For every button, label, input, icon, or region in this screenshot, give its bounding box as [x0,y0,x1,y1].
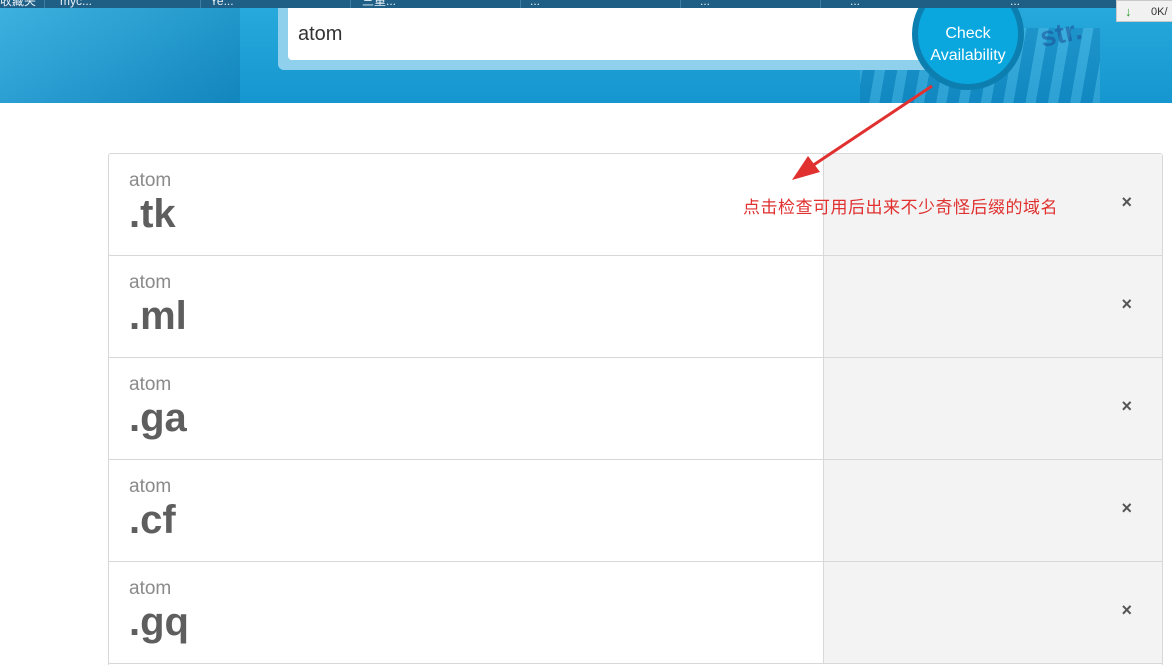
domain-search-input[interactable] [288,8,948,60]
status-cell: × [823,562,1162,663]
annotation-text: 点击检查可用后出来不少奇怪后缀的域名 [743,198,1058,218]
status-cell: × [823,256,1162,357]
search-container [278,8,958,70]
banner-decoration [0,8,240,103]
domain-tld: .tk [129,192,176,236]
domain-tld: .cf [129,498,176,542]
bookmarks-bar: 收藏夹 myc... Ye... 三重... ... ... ... ... [0,0,1172,8]
domain-result-row: atom .gq × [109,562,1162,664]
status-cell: × [823,460,1162,561]
bookmark-item[interactable]: myc... [60,0,92,8]
domain-results-list: atom .tk × atom .ml × atom .ga × atom .c… [108,153,1163,665]
bookmark-separator [44,0,45,8]
domain-result-row: atom .cf × [109,460,1162,562]
domain-name: atom [129,170,172,191]
button-label-line2: Availability [930,47,1006,64]
remove-icon[interactable]: × [1121,600,1132,621]
download-indicator[interactable]: ↓ 0K/ [1116,0,1172,22]
bookmark-item[interactable]: ... [530,0,540,8]
hero-banner: str. Check Availability [0,8,1172,103]
bookmark-item[interactable]: 三重... [362,0,396,8]
domain-name: atom [129,272,172,293]
bookmark-separator [520,0,521,8]
domain-result-row: atom .ml × [109,256,1162,358]
domain-tld: .gq [129,600,189,644]
remove-icon[interactable]: × [1121,396,1132,417]
domain-result-row: atom .ga × [109,358,1162,460]
status-cell: × [823,358,1162,459]
bookmark-separator [680,0,681,8]
bookmark-separator [350,0,351,8]
download-rate: 0K/ [1151,6,1168,18]
domain-tld: .ml [129,294,187,338]
bookmark-item[interactable]: Ye... [210,0,234,8]
domain-name: atom [129,476,172,497]
button-label-line1: Check [945,25,991,42]
download-arrow-icon: ↓ [1125,4,1132,19]
bookmark-item[interactable]: 收藏夹 [0,0,36,8]
domain-name: atom [129,374,172,395]
bookmark-separator [200,0,201,8]
bookmark-item[interactable]: ... [1010,0,1020,8]
domain-tld: .ga [129,396,187,440]
remove-icon[interactable]: × [1121,498,1132,519]
bookmark-item[interactable]: ... [850,0,860,8]
domain-name: atom [129,578,172,599]
bookmark-separator [820,0,821,8]
remove-icon[interactable]: × [1121,192,1132,213]
remove-icon[interactable]: × [1121,294,1132,315]
bookmark-item[interactable]: ... [700,0,710,8]
